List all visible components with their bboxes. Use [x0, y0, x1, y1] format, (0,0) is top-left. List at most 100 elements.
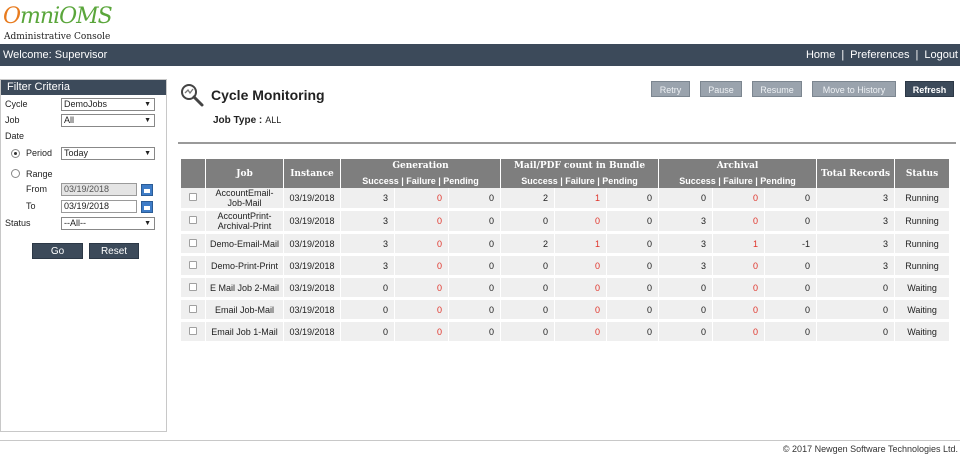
chevron-down-icon: ▼: [144, 150, 151, 157]
row-checkbox-cell: [181, 278, 206, 300]
row-checkbox[interactable]: [189, 326, 197, 335]
welcome-text: Welcome: Supervisor: [3, 49, 108, 61]
mail-pending-cell: 0: [607, 322, 660, 344]
period-label: Period: [26, 148, 53, 158]
cycle-select-value: DemoJobs: [64, 99, 108, 109]
archival-pending-cell: 0: [765, 188, 818, 211]
archival-failure-cell: 0: [713, 322, 766, 344]
generation-failure-cell: 0: [395, 278, 449, 300]
retry-button[interactable]: Retry: [651, 81, 690, 97]
cycle-label: Cycle: [5, 99, 28, 109]
instance-cell: 03/19/2018: [284, 322, 341, 344]
chevron-down-icon: ▼: [144, 220, 151, 227]
instance-column-header: Instance: [284, 159, 341, 188]
generation-pending-cell: 0: [449, 188, 502, 211]
calendar-icon[interactable]: [141, 184, 153, 196]
generation-failure-cell: 0: [395, 188, 449, 211]
row-checkbox-cell: [181, 211, 206, 234]
table-row: AccountEmail-Job-Mail 03/19/2018 3 0 0 2…: [181, 188, 951, 211]
generation-success-cell: 0: [341, 300, 395, 322]
mail-success-cell: 0: [501, 278, 556, 300]
filter-criteria-panel: Filter Criteria Cycle DemoJobs ▼ Job All…: [0, 79, 167, 432]
top-bar: Welcome: Supervisor Home | Preferences | Log…: [0, 44, 960, 66]
home-link[interactable]: Home: [806, 49, 835, 61]
generation-success-cell: 0: [341, 322, 395, 344]
preferences-link[interactable]: Preferences: [850, 49, 909, 61]
archival-success-cell: 0: [659, 188, 714, 211]
row-checkbox[interactable]: [189, 216, 197, 224]
chevron-down-icon: ▼: [144, 117, 151, 124]
copyright-footer: © 2017 Newgen Software Technologies Ltd.: [782, 444, 958, 454]
range-label: Range: [26, 169, 53, 179]
table-row: Email Job 1-Mail 03/19/2018 0 0 0 0 0 0 …: [181, 322, 951, 344]
status-column-header: Status: [895, 159, 951, 188]
job-cell: Email Job-Mail: [206, 300, 284, 322]
archival-failure-cell: 0: [713, 188, 766, 211]
archival-pending-cell: 0: [765, 211, 818, 234]
cycle-select[interactable]: DemoJobs ▼: [61, 98, 155, 111]
filter-criteria-title: Filter Criteria: [1, 80, 166, 95]
mail-failure-cell: 0: [555, 322, 608, 344]
mail-success-cell: 0: [501, 300, 556, 322]
row-checkbox-cell: [181, 188, 206, 211]
resume-button[interactable]: Resume: [752, 81, 802, 97]
table-row: Email Job-Mail 03/19/2018 0 0 0 0 0 0 0 …: [181, 300, 951, 322]
mail-pending-cell: 0: [607, 278, 660, 300]
status-cell: Waiting: [895, 300, 951, 322]
app-logo: OmniOMS Administrative Console: [3, 6, 113, 43]
status-cell: Running: [895, 188, 951, 211]
period-select-value: Today: [64, 148, 89, 158]
job-cell: E Mail Job 2-Mail: [206, 278, 284, 300]
archival-success-cell: 0: [659, 300, 714, 322]
job-select[interactable]: All ▼: [61, 114, 155, 127]
generation-failure-cell: 0: [395, 211, 449, 234]
generation-pending-cell: 0: [449, 256, 502, 278]
range-radio[interactable]: [11, 169, 20, 178]
from-date-input[interactable]: 03/19/2018: [61, 183, 137, 196]
mail-success-cell: 2: [501, 188, 556, 211]
status-label: Status: [5, 218, 31, 228]
status-cell: Waiting: [895, 322, 951, 344]
table-row: Demo-Print-Print 03/19/2018 3 0 0 0 0 0 …: [181, 256, 951, 278]
row-checkbox[interactable]: [189, 282, 197, 291]
row-checkbox[interactable]: [189, 238, 197, 247]
calendar-icon[interactable]: [141, 201, 153, 213]
job-cell: AccountPrint-Archival-Print: [206, 211, 284, 234]
generation-pending-cell: 0: [449, 322, 502, 344]
period-select[interactable]: Today ▼: [61, 147, 155, 160]
to-label: To: [26, 201, 36, 211]
row-checkbox-cell: [181, 256, 206, 278]
logout-link[interactable]: Logout: [924, 49, 958, 61]
status-select[interactable]: --All-- ▼: [61, 217, 155, 230]
row-checkbox[interactable]: [189, 260, 197, 269]
archival-pending-cell: 0: [765, 278, 818, 300]
status-row: Status --All-- ▼: [1, 217, 166, 232]
cycle-monitoring-table: Job Instance Generation Mail/PDF count i…: [181, 159, 951, 344]
job-cell: Demo-Email-Mail: [206, 234, 284, 256]
to-date-input[interactable]: 03/19/2018: [61, 200, 137, 213]
pause-button[interactable]: Pause: [700, 81, 742, 97]
to-row: To 03/19/2018: [1, 200, 166, 215]
range-row: Range: [1, 169, 166, 183]
instance-cell: 03/19/2018: [284, 256, 341, 278]
mail-pending-cell: 0: [607, 188, 660, 211]
reset-button[interactable]: Reset: [89, 243, 139, 259]
row-checkbox[interactable]: [189, 193, 197, 201]
job-cell: Demo-Print-Print: [206, 256, 284, 278]
total-records-cell: 3: [817, 188, 896, 211]
table-row: Demo-Email-Mail 03/19/2018 3 0 0 2 1 0 3…: [181, 234, 951, 256]
generation-failure-cell: 0: [395, 256, 449, 278]
archival-failure-cell: 0: [713, 300, 766, 322]
row-checkbox[interactable]: [189, 304, 197, 313]
job-row: Job All ▼: [1, 114, 166, 129]
from-label: From: [26, 184, 47, 194]
period-radio[interactable]: [11, 149, 20, 158]
total-records-cell: 3: [817, 256, 896, 278]
go-button[interactable]: Go: [32, 243, 83, 259]
move-to-history-button[interactable]: Move to History: [812, 81, 896, 97]
job-cell: AccountEmail-Job-Mail: [206, 188, 284, 211]
mail-failure-cell: 0: [555, 300, 608, 322]
from-row: From 03/19/2018: [1, 183, 166, 198]
archival-pending-cell: 0: [765, 256, 818, 278]
refresh-button[interactable]: Refresh: [905, 81, 954, 97]
